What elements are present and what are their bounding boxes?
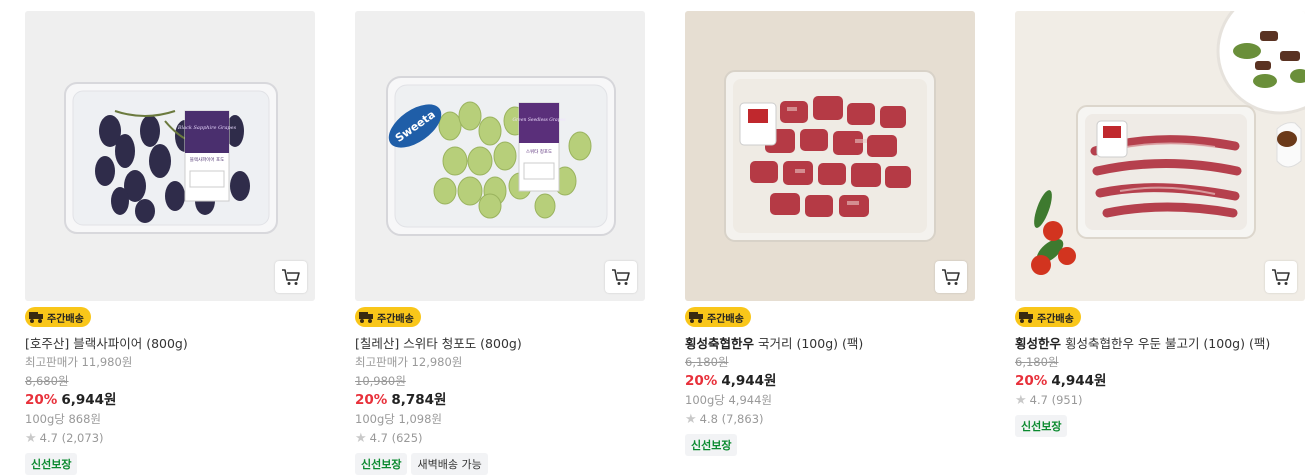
product-card[interactable]: Black Sapphire Grapes 블랙사파이어 포도 주간배송 [호주… xyxy=(25,11,315,475)
rating: ★ 4.7 (951) xyxy=(1015,392,1305,409)
product-title: 국거리 (100g) (팩) xyxy=(758,336,864,351)
price-value: 8,784원 xyxy=(391,392,447,408)
fresh-guarantee-tag: 신선보장 xyxy=(25,453,78,475)
star-icon: ★ xyxy=(685,412,697,427)
product-title: [호주산] 블랙사파이어 (800g) xyxy=(25,336,188,351)
original-price: 6,180원 xyxy=(1015,355,1059,369)
product-image[interactable]: Green Seedless Grapes 스위타 청포도 Sweeta xyxy=(355,11,645,301)
product-grid: Black Sapphire Grapes 블랙사파이어 포도 주간배송 [호주… xyxy=(0,0,1311,475)
star-icon: ★ xyxy=(25,431,37,446)
fresh-guarantee-tag: 신선보장 xyxy=(1015,415,1068,437)
cart-icon xyxy=(1272,269,1290,285)
product-name[interactable]: [호주산] 블랙사파이어 (800g) xyxy=(25,336,315,352)
label-sub: 블랙사파이어 포도 xyxy=(190,156,225,163)
badge-label: 주간배송 xyxy=(707,313,744,325)
original-price: 10,980원 xyxy=(355,374,406,388)
delivery-badge: 주간배송 xyxy=(685,307,751,327)
product-name[interactable]: [칠레산] 스위타 청포도 (800g) xyxy=(355,336,645,352)
tag-list: 신선보장 새벽배송 가능 xyxy=(355,453,645,475)
product-card[interactable]: 주간배송 횡성한우 횡성축협한우 우둔 불고기 (100g) (팩) 6,180… xyxy=(1015,11,1305,437)
brand-name: 횡성한우 xyxy=(1015,336,1062,351)
sale-price: 20% 6,944원 xyxy=(25,391,315,409)
tag-list: 신선보장 xyxy=(25,453,315,475)
rating-value: 4.7 (625) xyxy=(369,431,423,445)
truck-icon xyxy=(359,312,373,323)
sale-price: 20% 8,784원 xyxy=(355,391,645,409)
product-image[interactable] xyxy=(685,11,975,301)
label-text: Green Seedless Grapes xyxy=(512,117,566,123)
rating-value: 4.8 (7,863) xyxy=(699,412,764,426)
beef-cubes-image xyxy=(685,11,975,301)
price-value: 6,944원 xyxy=(61,392,117,408)
sale-price: 20% 4,944원 xyxy=(685,372,975,390)
fresh-guarantee-tag: 신선보장 xyxy=(355,453,408,475)
truck-icon xyxy=(1019,312,1033,323)
dawn-delivery-tag: 새벽배송 가능 xyxy=(411,453,488,475)
star-icon: ★ xyxy=(355,431,367,446)
discount-rate: 20% xyxy=(1015,373,1048,389)
truck-icon xyxy=(689,312,703,323)
badge-label: 주간배송 xyxy=(377,313,414,325)
tag-list: 신선보장 xyxy=(1015,415,1305,437)
delivery-badge: 주간배송 xyxy=(355,307,421,327)
rating-value: 4.7 (951) xyxy=(1029,393,1083,407)
rating: ★ 4.8 (7,863) xyxy=(685,411,975,428)
top-price-label: 최고판매가 12,980원 xyxy=(355,355,463,369)
discount-rate: 20% xyxy=(355,392,388,408)
badge-label: 주간배송 xyxy=(1037,313,1074,325)
product-image[interactable] xyxy=(1015,11,1305,301)
brand-name: 횡성축협한우 xyxy=(685,336,755,351)
label-sub: 스위타 청포도 xyxy=(526,148,552,155)
green-grapes-image: Green Seedless Grapes 스위타 청포도 Sweeta xyxy=(355,11,645,301)
original-price: 8,680원 xyxy=(25,374,69,388)
sale-price: 20% 4,944원 xyxy=(1015,372,1305,390)
tag-list: 신선보장 xyxy=(685,434,975,456)
product-title: 횡성축협한우 우둔 불고기 (100g) (팩) xyxy=(1065,336,1271,351)
product-name[interactable]: 횡성한우 횡성축협한우 우둔 불고기 (100g) (팩) xyxy=(1015,336,1305,352)
product-title: [칠레산] 스위타 청포도 (800g) xyxy=(355,336,522,351)
product-card[interactable]: Green Seedless Grapes 스위타 청포도 Sweeta 주간배… xyxy=(355,11,645,475)
rating-value: 4.7 (2,073) xyxy=(39,431,104,445)
add-to-cart-button[interactable] xyxy=(605,261,637,293)
cart-icon xyxy=(612,269,630,285)
rating: ★ 4.7 (625) xyxy=(355,430,645,447)
price-value: 4,944원 xyxy=(1051,373,1107,389)
star-icon: ★ xyxy=(1015,393,1027,408)
add-to-cart-button[interactable] xyxy=(1265,261,1297,293)
discount-rate: 20% xyxy=(685,373,718,389)
price-value: 4,944원 xyxy=(721,373,777,389)
product-name[interactable]: 횡성축협한우 국거리 (100g) (팩) xyxy=(685,336,975,352)
add-to-cart-button[interactable] xyxy=(935,261,967,293)
rating: ★ 4.7 (2,073) xyxy=(25,430,315,447)
truck-icon xyxy=(29,312,43,323)
add-to-cart-button[interactable] xyxy=(275,261,307,293)
original-price: 6,180원 xyxy=(685,355,729,369)
product-image[interactable]: Black Sapphire Grapes 블랙사파이어 포도 xyxy=(25,11,315,301)
top-price-label: 최고판매가 11,980원 xyxy=(25,355,133,369)
delivery-badge: 주간배송 xyxy=(25,307,91,327)
delivery-badge: 주간배송 xyxy=(1015,307,1081,327)
discount-rate: 20% xyxy=(25,392,58,408)
unit-price: 100g당 868원 xyxy=(25,412,102,426)
cart-icon xyxy=(942,269,960,285)
black-grapes-image: Black Sapphire Grapes 블랙사파이어 포도 xyxy=(25,11,315,301)
unit-price: 100g당 1,098원 xyxy=(355,412,442,426)
fresh-guarantee-tag: 신선보장 xyxy=(685,434,738,456)
bulgogi-beef-image xyxy=(1015,11,1305,301)
badge-label: 주간배송 xyxy=(47,313,84,325)
product-card[interactable]: 주간배송 횡성축협한우 국거리 (100g) (팩) 6,180원 20% 4,9… xyxy=(685,11,975,456)
label-text: Black Sapphire Grapes xyxy=(177,125,237,131)
unit-price: 100g당 4,944원 xyxy=(685,393,772,407)
cart-icon xyxy=(282,269,300,285)
